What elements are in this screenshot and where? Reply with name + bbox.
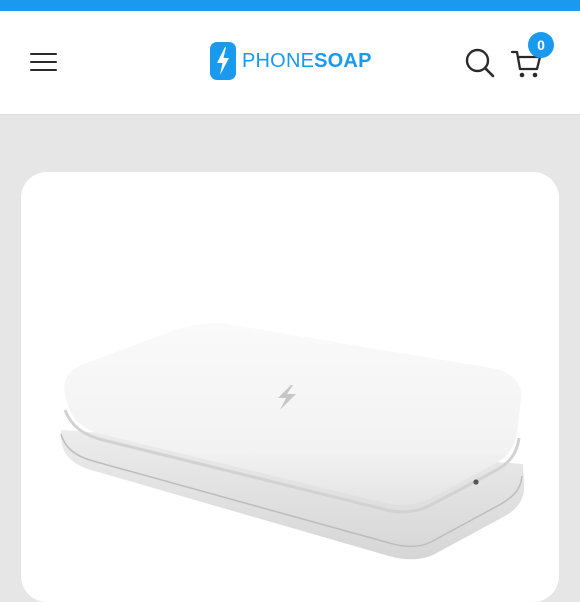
- search-icon[interactable]: [464, 47, 496, 79]
- menu-button[interactable]: [30, 51, 58, 73]
- logo-text-bold: SOAP: [314, 50, 372, 72]
- hamburger-menu-line: [30, 61, 57, 63]
- announcement-bar: [0, 0, 580, 11]
- phonesoap-device-image: [60, 323, 525, 560]
- product-card[interactable]: [21, 172, 559, 602]
- logo-text: PHONESOAP: [242, 51, 372, 71]
- hamburger-menu-line: [30, 69, 57, 71]
- logo-text-light: PHONE: [242, 50, 315, 72]
- phonesoap-logo[interactable]: PHONESOAP: [210, 42, 372, 80]
- hamburger-menu-icon: [30, 53, 57, 55]
- cart-count-badge[interactable]: 0: [528, 32, 554, 58]
- lightning-bolt-icon: [210, 42, 236, 80]
- site-header: PHONESOAP: [0, 11, 580, 115]
